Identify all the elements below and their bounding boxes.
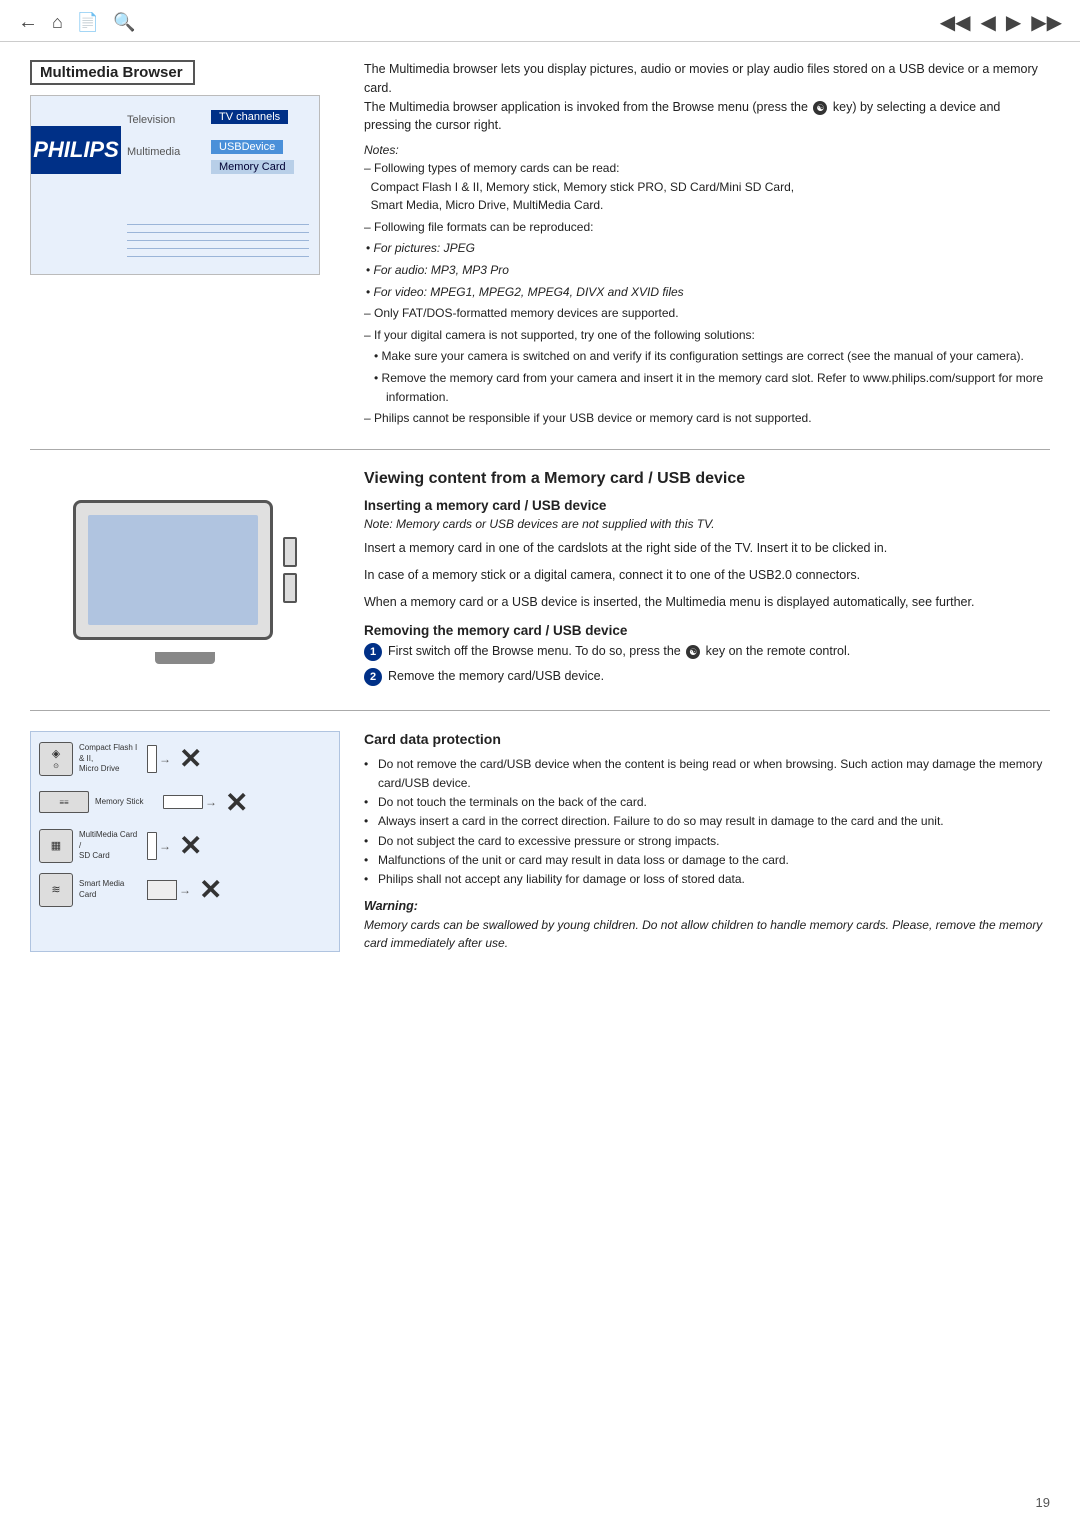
- note-item-8: Make sure your camera is switched on and…: [364, 347, 1050, 366]
- menu-tvchannels: TV channels: [211, 110, 288, 124]
- bullet-4: Do not subject the card to excessive pre…: [364, 832, 1050, 851]
- step-1-text: First switch off the Browse menu. To do …: [388, 642, 850, 661]
- bullet-6: Philips shall not accept any liability f…: [364, 870, 1050, 889]
- card-label-4: Smart MediaCard: [79, 879, 139, 900]
- card-label-2: Memory Stick: [95, 797, 155, 807]
- tv-slot-1: [283, 537, 297, 567]
- x-mark-3: ✕: [179, 829, 202, 862]
- x-mark-2: ✕: [225, 786, 248, 819]
- browse-icon-2: ☯: [686, 645, 700, 659]
- tv-with-side: [73, 500, 297, 640]
- next-icon[interactable]: ▶: [1006, 10, 1021, 35]
- toolbar: ← ⌂ 📄 🔍 ◀◀ ◀ ▶ ▶▶: [0, 0, 1080, 42]
- section2-title: Viewing content from a Memory card / USB…: [364, 470, 1050, 488]
- left-panel-section1: Multimedia Browser PHILIPS Television Mu…: [30, 60, 340, 431]
- tv-image-area: [30, 470, 340, 692]
- home-icon[interactable]: ⌂: [52, 12, 63, 33]
- note-item-10: Philips cannot be responsible if your US…: [364, 409, 1050, 428]
- note-item-9: Remove the memory card from your camera …: [364, 369, 1050, 406]
- note-item-7: If your digital camera is not supported,…: [364, 326, 1050, 345]
- tv-screen: [88, 515, 258, 625]
- bullet-3: Always insert a card in the correct dire…: [364, 812, 1050, 831]
- card-label-1: Compact Flash I & II,Micro Drive: [79, 743, 139, 774]
- multimedia-browser-section: Multimedia Browser PHILIPS Television Mu…: [30, 60, 1050, 450]
- note-item-5: For video: MPEG1, MPEG2, MPEG4, DIVX and…: [364, 283, 1050, 302]
- back-arrow-icon[interactable]: ←: [18, 11, 38, 34]
- menu-multimedia: Multimedia: [127, 146, 180, 158]
- card-insert-4: →: [147, 880, 191, 900]
- card-label-3: MultiMedia Card /SD Card: [79, 830, 139, 861]
- menu-lines: [127, 224, 309, 264]
- page-number: 19: [1036, 1495, 1050, 1510]
- card-slot-multimedia: ▦: [39, 829, 73, 863]
- notes-list: Following types of memory cards can be r…: [364, 159, 1050, 428]
- warning-text: Memory cards can be swallowed by young c…: [364, 916, 1050, 952]
- main-content: Multimedia Browser PHILIPS Television Mu…: [0, 42, 1080, 970]
- step-1-number: 1: [364, 643, 382, 661]
- body-text-insert3: When a memory card or a USB device is in…: [364, 593, 1050, 612]
- viewing-content-section: Viewing content from a Memory card / USB…: [30, 470, 1050, 711]
- body-text-insert2: In case of a memory stick or a digital c…: [364, 566, 1050, 585]
- protection-bullets: Do not remove the card/USB device when t…: [364, 755, 1050, 889]
- step-1: 1 First switch off the Browse menu. To d…: [364, 642, 1050, 661]
- tv-side: [283, 537, 297, 603]
- desc-text-1: The Multimedia browser lets you display …: [364, 60, 1050, 135]
- browse-icon: ☯: [813, 101, 827, 115]
- section3-right: Card data protection Do not remove the c…: [364, 731, 1050, 952]
- toolbar-right: ◀◀ ◀ ▶ ▶▶: [940, 10, 1062, 35]
- step-2-text: Remove the memory card/USB device.: [388, 667, 604, 686]
- note-item-2: Following file formats can be reproduced…: [364, 218, 1050, 237]
- menu-usbdevice: USBDevice: [211, 140, 283, 154]
- card-row-4: ≋ Smart MediaCard → ✕: [39, 873, 331, 907]
- card-row-2: ≡≡ Memory Stick → ✕: [39, 786, 331, 819]
- browser-mockup: PHILIPS Television Multimedia TV channel…: [30, 95, 320, 275]
- skip-forward-icon[interactable]: ▶▶: [1031, 10, 1062, 35]
- bullet-5: Malfunctions of the unit or card may res…: [364, 851, 1050, 870]
- right-panel-section1: The Multimedia browser lets you display …: [364, 60, 1050, 431]
- bullet-2: Do not touch the terminals on the back o…: [364, 793, 1050, 812]
- x-mark-1: ✕: [179, 742, 202, 775]
- warning-label: Warning:: [364, 899, 1050, 913]
- tv-stand: [155, 652, 215, 664]
- section2-right: Viewing content from a Memory card / USB…: [364, 470, 1050, 692]
- tv-slot-2: [283, 573, 297, 603]
- note-item-1: Following types of memory cards can be r…: [364, 159, 1050, 215]
- card-images-area: ◈ ⊙ Compact Flash I & II,Micro Drive → ✕…: [30, 731, 340, 952]
- notes-label: Notes:: [364, 143, 1050, 157]
- prev-icon[interactable]: ◀: [980, 10, 995, 35]
- document-icon[interactable]: 📄: [77, 12, 99, 33]
- note-item-3: For pictures: JPEG: [364, 239, 1050, 258]
- card-slot-smartmedia: ≋: [39, 873, 73, 907]
- tv-front: [73, 500, 273, 640]
- menu-television: Television: [127, 114, 175, 126]
- subsection1-title: Inserting a memory card / USB device: [364, 498, 1050, 513]
- card-row-3: ▦ MultiMedia Card /SD Card → ✕: [39, 829, 331, 863]
- note-item-4: For audio: MP3, MP3 Pro: [364, 261, 1050, 280]
- card-protection-section: ◈ ⊙ Compact Flash I & II,Micro Drive → ✕…: [30, 731, 1050, 952]
- menu-memorycard: Memory Card: [211, 160, 294, 174]
- body-text-insert1: Insert a memory card in one of the cards…: [364, 539, 1050, 558]
- card-insert-3: →: [147, 832, 171, 860]
- card-slot-compactflash: ◈ ⊙: [39, 742, 73, 776]
- card-slot-memorystick: ≡≡: [39, 791, 89, 813]
- search-icon[interactable]: 🔍: [113, 12, 135, 33]
- toolbar-left: ← ⌂ 📄 🔍: [18, 11, 136, 34]
- skip-back-icon[interactable]: ◀◀: [940, 10, 971, 35]
- step-2: 2 Remove the memory card/USB device.: [364, 667, 1050, 686]
- subsection2-title: Removing the memory card / USB device: [364, 623, 1050, 638]
- note-item-6: Only FAT/DOS-formatted memory devices ar…: [364, 304, 1050, 323]
- card-row-1: ◈ ⊙ Compact Flash I & II,Micro Drive → ✕: [39, 742, 331, 776]
- step-2-number: 2: [364, 668, 382, 686]
- subsection1-note: Note: Memory cards or USB devices are no…: [364, 517, 1050, 531]
- card-insert-1: →: [147, 745, 171, 773]
- philips-logo: PHILIPS: [31, 126, 121, 174]
- card-insert-2: →: [163, 795, 217, 809]
- x-mark-4: ✕: [199, 873, 222, 906]
- section3-title: Card data protection: [364, 731, 1050, 747]
- section1-title: Multimedia Browser: [30, 60, 195, 85]
- bullet-1: Do not remove the card/USB device when t…: [364, 755, 1050, 793]
